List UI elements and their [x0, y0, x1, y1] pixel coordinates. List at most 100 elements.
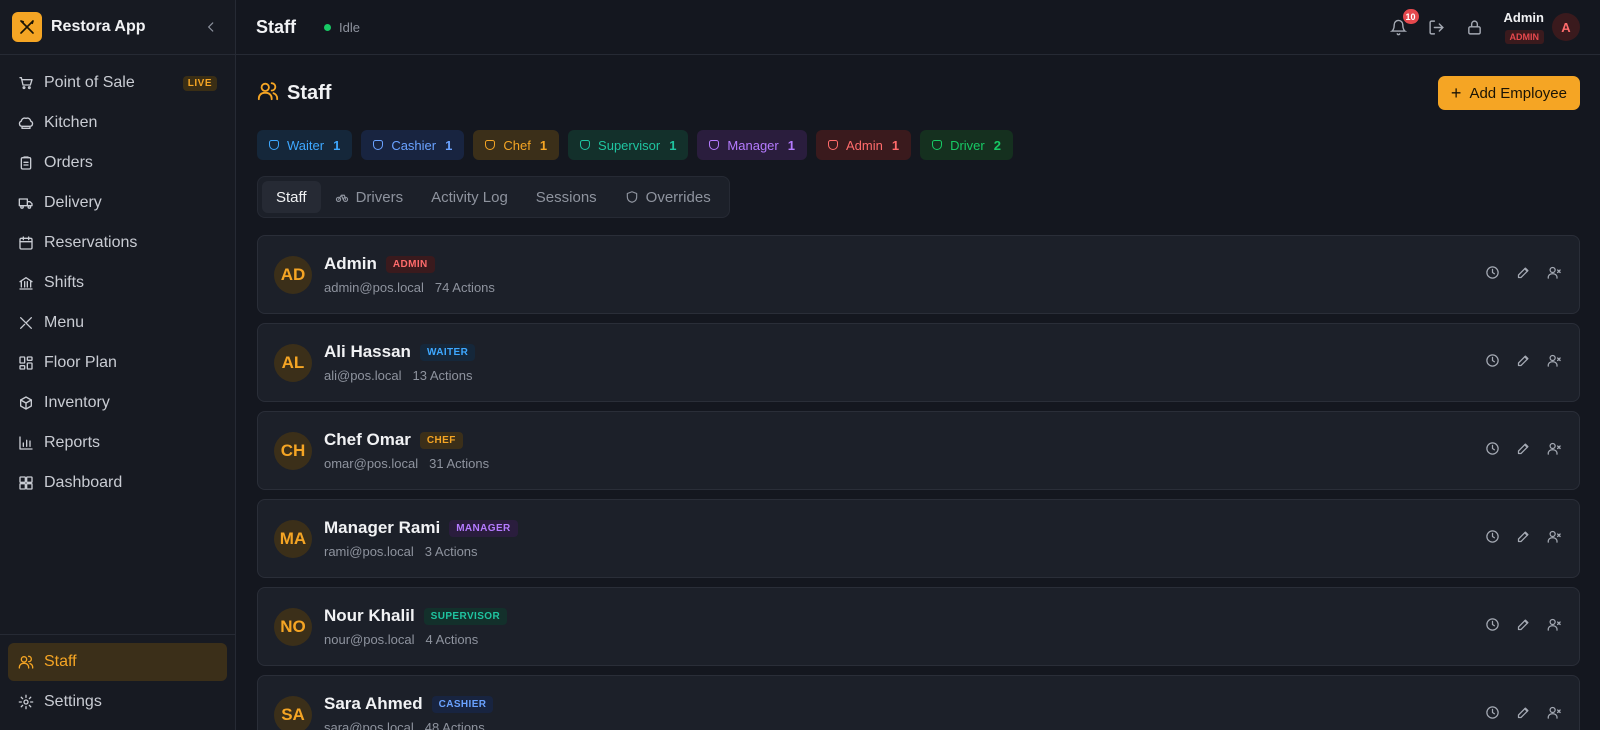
user-x-icon — [1547, 353, 1562, 373]
sidebar-item-staff[interactable]: Staff — [8, 643, 227, 681]
sidebar-item-label: Settings — [44, 693, 102, 710]
layout-grid-icon — [18, 355, 34, 371]
tab-sessions[interactable]: Sessions — [522, 181, 611, 213]
gear-icon — [18, 694, 34, 710]
deactivate-employee-button[interactable] — [1545, 618, 1563, 636]
employee-avatar: CH — [274, 431, 312, 470]
sidebar-item-reports[interactable]: Reports — [8, 424, 227, 462]
shield-icon — [709, 140, 720, 150]
employee-card[interactable]: AL Ali Hassan WAITER ali@pos.local 13 Action… — [257, 323, 1580, 402]
utensils-icon — [18, 315, 34, 331]
role-chip-admin[interactable]: Admin 1 — [815, 130, 912, 160]
role-count: 2 — [993, 137, 1001, 153]
user-avatar[interactable]: A — [1552, 13, 1580, 41]
employee-actions — [1470, 353, 1563, 372]
employee-avatar: AD — [274, 255, 312, 294]
deactivate-employee-button[interactable] — [1545, 354, 1563, 372]
view-activity-button[interactable] — [1483, 617, 1501, 636]
sidebar-item-reservations[interactable]: Reservations — [8, 224, 227, 262]
logout-button[interactable] — [1426, 16, 1448, 38]
sidebar-item-shifts[interactable]: Shifts — [8, 264, 227, 302]
tab-overrides[interactable]: Overrides — [611, 181, 725, 213]
edit-employee-button[interactable] — [1514, 442, 1532, 460]
sidebar-item-label: Reservations — [44, 234, 138, 251]
employee-card[interactable]: AD Admin ADMIN admin@pos.local 74 Actions — [257, 235, 1580, 314]
employee-meta: ali@pos.local 13 Actions — [324, 368, 475, 383]
employee-card[interactable]: NO Nour Khalil SUPERVISOR nour@pos.local 4 A… — [257, 587, 1580, 666]
view-activity-button[interactable] — [1483, 705, 1501, 724]
employee-card[interactable]: MA Manager Rami MANAGER rami@pos.local 3 Act… — [257, 499, 1580, 578]
edit-employee-button[interactable] — [1514, 706, 1532, 724]
sidebar-item-label: Floor Plan — [44, 354, 117, 371]
clock-icon — [1485, 441, 1500, 461]
view-activity-button[interactable] — [1483, 529, 1501, 548]
deactivate-employee-button[interactable] — [1545, 530, 1563, 548]
sidebar-item-menu[interactable]: Menu — [8, 304, 227, 342]
add-employee-button[interactable]: + Add Employee — [1437, 76, 1580, 110]
sidebar-bottom-nav: Staff Settings — [0, 634, 235, 723]
employee-role-badge: SUPERVISOR — [423, 607, 508, 625]
package-icon — [18, 395, 34, 411]
user-name: Admin — [1503, 10, 1544, 25]
page-title: Staff — [287, 81, 332, 104]
employee-meta: nour@pos.local 4 Actions — [324, 632, 507, 647]
employee-card[interactable]: SA Sara Ahmed CASHIER sara@pos.local 48 Acti… — [257, 675, 1580, 730]
sidebar-item-dashboard[interactable]: Dashboard — [8, 464, 227, 502]
role-chip-manager[interactable]: Manager 1 — [697, 130, 807, 160]
sidebar-item-settings[interactable]: Settings — [8, 683, 227, 721]
deactivate-employee-button[interactable] — [1545, 706, 1563, 724]
employee-email: sara@pos.local — [324, 720, 414, 730]
notifications-button[interactable]: 10 — [1388, 9, 1419, 38]
view-activity-button[interactable] — [1483, 353, 1501, 372]
lock-button[interactable] — [1464, 16, 1486, 38]
deactivate-employee-button[interactable] — [1545, 442, 1563, 460]
edit-employee-button[interactable] — [1514, 266, 1532, 284]
view-activity-button[interactable] — [1483, 441, 1501, 461]
view-activity-button[interactable] — [1483, 265, 1501, 284]
role-count: 1 — [539, 137, 548, 153]
sidebar-item-delivery[interactable]: Delivery — [8, 184, 227, 222]
role-chip-driver[interactable]: Driver 2 — [920, 130, 1013, 160]
role-chip-waiter[interactable]: Waiter 1 — [257, 130, 353, 160]
users-icon — [257, 80, 279, 107]
employee-meta: rami@pos.local 3 Actions — [324, 544, 518, 559]
employee-email: rami@pos.local — [324, 544, 414, 559]
edit-employee-button[interactable] — [1514, 530, 1532, 548]
sidebar-item-label: Kitchen — [44, 114, 98, 131]
role-chip-cashier[interactable]: Cashier 1 — [361, 130, 465, 160]
employee-action-count: 3 Actions — [424, 544, 478, 559]
bank-icon — [18, 275, 34, 291]
employee-action-count: 31 Actions — [429, 456, 490, 471]
role-chip-chef[interactable]: Chef 1 — [473, 130, 560, 160]
sidebar-item-floor-plan[interactable]: Floor Plan — [8, 344, 227, 382]
sidebar-item-label: Delivery — [44, 194, 102, 211]
deactivate-employee-button[interactable] — [1545, 266, 1563, 284]
employee-name: Sara Ahmed — [324, 694, 423, 713]
tab-drivers[interactable]: Drivers — [321, 181, 418, 213]
role-name: Manager — [727, 137, 779, 153]
tab-activity-log[interactable]: Activity Log — [417, 181, 522, 213]
tab-staff[interactable]: Staff — [262, 181, 321, 213]
sidebar: Restora App Point of Sale LIVE Kitchen Orde… — [0, 0, 236, 730]
sidebar-item-inventory[interactable]: Inventory — [8, 384, 227, 422]
employee-name-row: Sara Ahmed CASHIER — [324, 694, 494, 714]
employee-email: omar@pos.local — [324, 456, 419, 471]
employee-actions — [1470, 617, 1563, 636]
user-x-icon — [1547, 705, 1562, 725]
collapse-sidebar-button[interactable] — [199, 15, 223, 39]
sidebar-item-orders[interactable]: Orders — [8, 144, 227, 182]
edit-employee-button[interactable] — [1514, 354, 1532, 372]
sidebar-item-kitchen[interactable]: Kitchen — [8, 104, 227, 142]
employee-info: Admin ADMIN admin@pos.local 74 Actions — [324, 254, 495, 295]
employee-role-badge: WAITER — [419, 343, 476, 361]
dashboard-icon — [18, 475, 34, 491]
employee-card[interactable]: CH Chef Omar CHEF omar@pos.local 31 Actions — [257, 411, 1580, 490]
sidebar-item-point-of-sale[interactable]: Point of Sale LIVE — [8, 64, 227, 102]
employee-info: Chef Omar CHEF omar@pos.local 31 Actions — [324, 430, 489, 471]
role-chip-supervisor[interactable]: Supervisor 1 — [568, 130, 689, 160]
employee-avatar: NO — [274, 607, 312, 646]
edit-employee-button[interactable] — [1514, 618, 1532, 636]
sidebar-item-label: Shifts — [44, 274, 85, 291]
shield-icon — [625, 190, 639, 204]
user-role-badge: ADMIN — [1504, 30, 1544, 44]
